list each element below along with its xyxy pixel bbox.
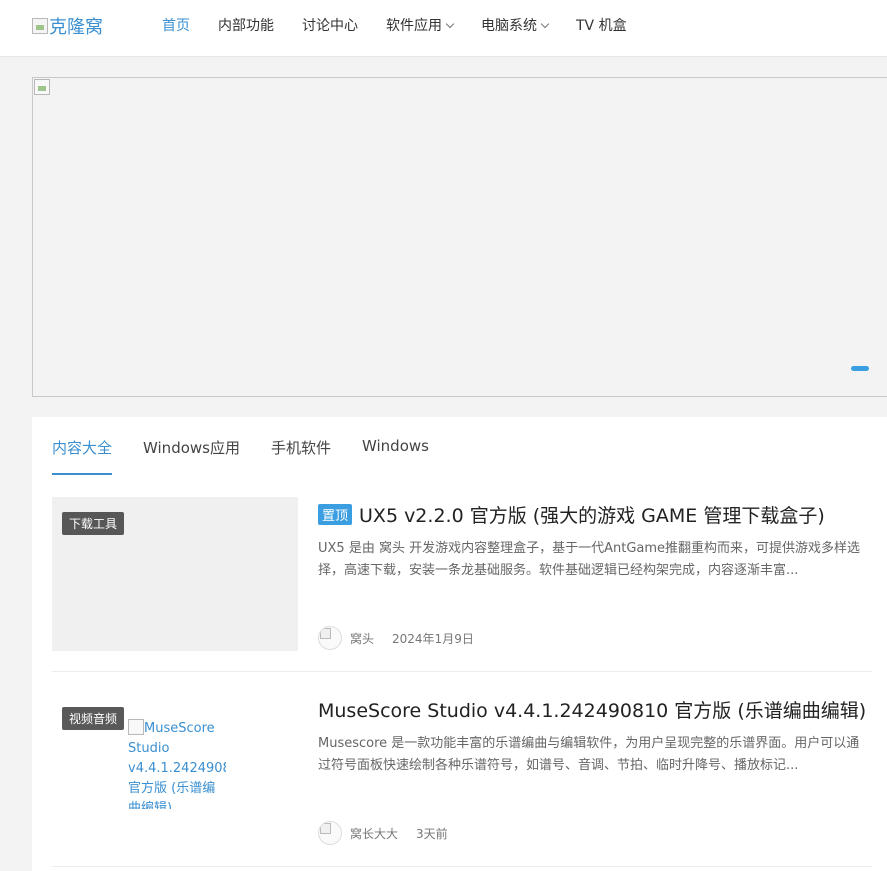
post-title-text[interactable]: UX5 v2.2.0 官方版 (强大的游戏 GAME 管理下载盒子) — [359, 501, 825, 528]
category-badge[interactable]: 视频音频 — [62, 707, 125, 730]
post-title-text[interactable]: MuseScore Studio v4.4.1.242490810 官方版 (乐… — [318, 696, 866, 723]
main-nav: 首页 内部功能 讨论中心 软件应用 电脑系统 TV 机盒 — [148, 0, 641, 50]
nav-item-tv-box[interactable]: TV 机盒 — [576, 15, 627, 35]
nav-label: 内部功能 — [218, 18, 274, 34]
nav-label: 电脑系统 — [481, 18, 537, 34]
nav-item-pc-system[interactable]: 电脑系统 — [481, 15, 550, 35]
tab-windows-apps[interactable]: Windows应用 — [143, 417, 240, 475]
category-tabs: 内容大全 Windows应用 手机软件 Windows — [52, 417, 460, 475]
chevron-down-icon — [445, 19, 455, 28]
post-meta: 窝头 2024年1月9日 — [318, 626, 474, 650]
post-date: 2024年1月9日 — [392, 631, 474, 646]
post-item: 视频音频 MuseScore Studio v4.4.1.242490810 官… — [52, 692, 872, 867]
nav-item-software[interactable]: 软件应用 — [386, 15, 455, 35]
category-badge[interactable]: 下载工具 — [62, 512, 125, 535]
post-item: 下载工具 置顶 UX5 v2.2.0 官方版 (强大的游戏 GAME 管理下载盒… — [52, 497, 872, 672]
post-author[interactable]: 窝长大大 — [350, 825, 398, 842]
post-author[interactable]: 窝头 — [350, 630, 374, 647]
nav-label: 讨论中心 — [302, 18, 358, 34]
post-excerpt: UX5 是由 窝头 开发游戏内容整理盒子，基于一代AntGame推翻重构而来，可… — [318, 541, 861, 578]
post-excerpt: Musescore 是一款功能丰富的乐谱编曲与编辑软件，为用户呈现完整的乐谱界面… — [318, 736, 860, 773]
site-logo[interactable]: 克隆窝 — [32, 14, 103, 38]
post-title[interactable]: 置顶 UX5 v2.2.0 官方版 (强大的游戏 GAME 管理下载盒子) — [318, 501, 878, 528]
sticky-badge: 置顶 — [318, 504, 353, 525]
post-title[interactable]: MuseScore Studio v4.4.1.242490810 官方版 (乐… — [318, 696, 878, 723]
hero-banner[interactable] — [32, 77, 887, 397]
broken-image-icon — [128, 719, 144, 735]
broken-image-icon — [32, 18, 48, 34]
logo-alt-text: 克隆窝 — [49, 17, 103, 38]
broken-image-icon — [34, 79, 50, 95]
tab-windows[interactable]: Windows — [362, 417, 429, 475]
avatar[interactable] — [318, 821, 342, 845]
tab-all-content[interactable]: 内容大全 — [52, 417, 113, 475]
nav-label: 首页 — [162, 18, 190, 34]
post-date: 3天前 — [416, 826, 448, 841]
post-thumbnail[interactable]: 视频音频 MuseScore Studio v4.4.1.242490810 官… — [52, 692, 298, 846]
nav-item-home[interactable]: 首页 — [162, 15, 190, 35]
carousel-indicator[interactable] — [851, 366, 869, 371]
content-panel: 内容大全 Windows应用 手机软件 Windows 下载工具 置顶 UX5 … — [32, 417, 887, 871]
thumbnail-alt-text[interactable]: MuseScore Studio v4.4.1.242490810 官方版 (乐… — [128, 719, 226, 809]
nav-item-discussion[interactable]: 讨论中心 — [302, 15, 358, 35]
avatar[interactable] — [318, 626, 342, 650]
post-thumbnail[interactable]: 下载工具 — [52, 497, 298, 651]
tab-mobile-software[interactable]: 手机软件 — [271, 417, 331, 475]
post-meta: 窝长大大 3天前 — [318, 821, 448, 845]
nav-label: 软件应用 — [386, 18, 442, 34]
nav-label: TV 机盒 — [576, 18, 627, 34]
chevron-down-icon — [540, 19, 550, 28]
nav-item-internal[interactable]: 内部功能 — [218, 15, 274, 35]
site-header: 克隆窝 首页 内部功能 讨论中心 软件应用 电脑系统 TV 机盒 — [0, 0, 887, 57]
